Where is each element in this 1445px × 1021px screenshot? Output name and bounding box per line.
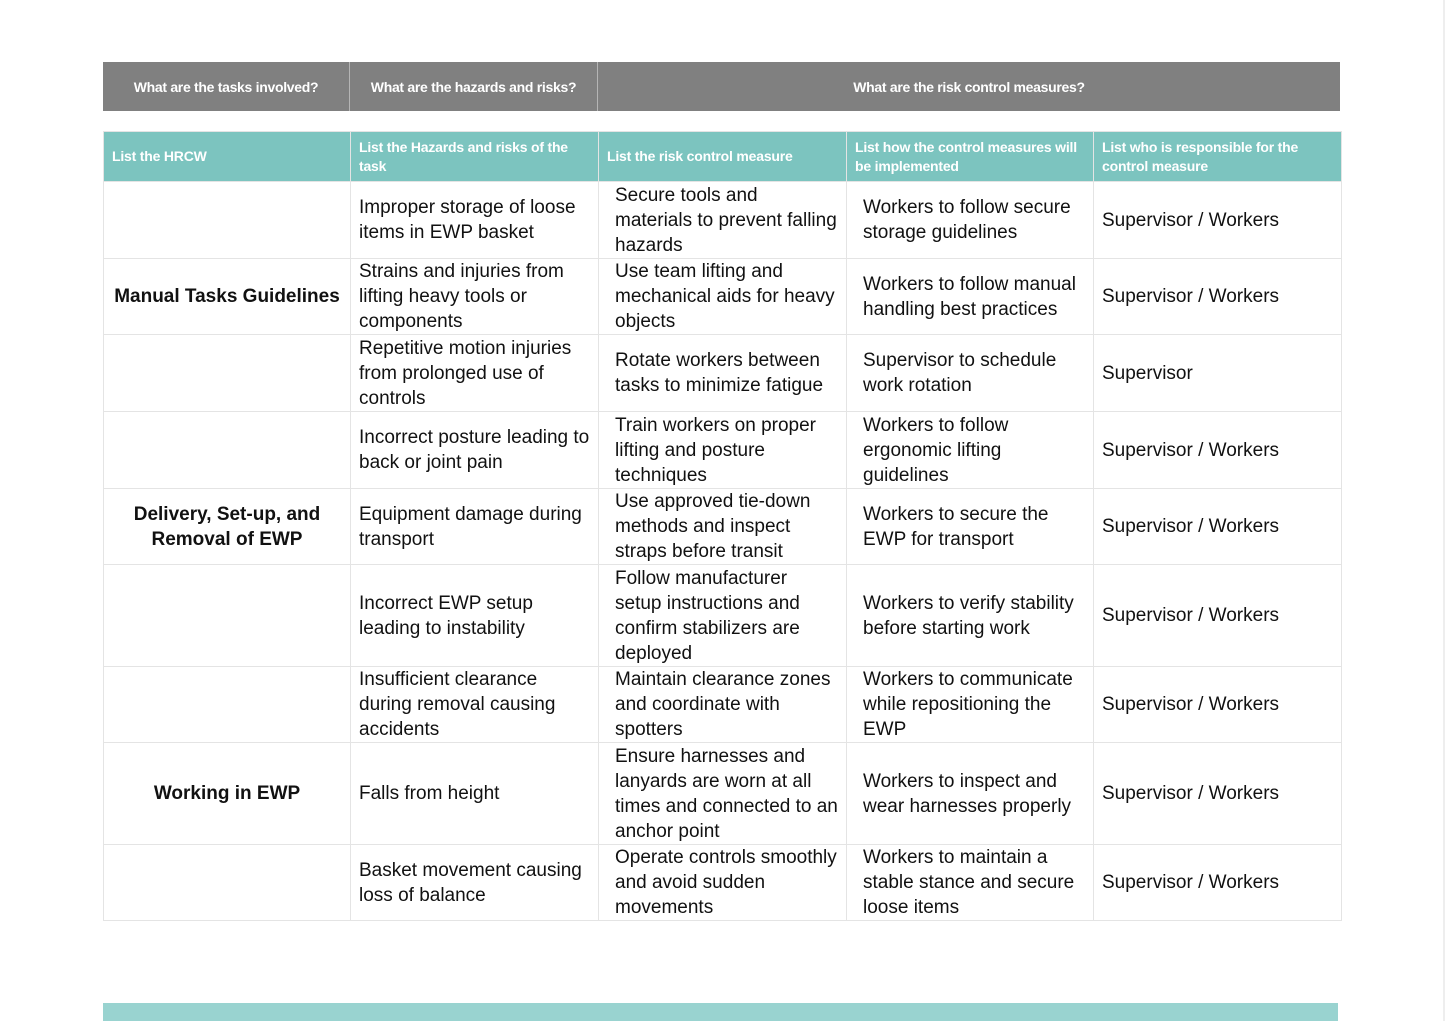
responsible-cell: Supervisor / Workers: [1093, 844, 1342, 921]
control-cell: Use approved tie-down methods and inspec…: [598, 488, 847, 565]
task-cell: Delivery, Set-up, and Removal of EWP: [103, 488, 351, 565]
hazard-cell: Improper storage of loose items in EWP b…: [350, 181, 599, 259]
table-row: Basket movement causing loss of balance O…: [103, 844, 1342, 921]
hazard-cell: Incorrect EWP setup leading to instabili…: [350, 564, 599, 667]
control-cell: Operate controls smoothly and avoid sudd…: [598, 844, 847, 921]
responsible-cell: Supervisor / Workers: [1093, 564, 1342, 667]
table-row: Incorrect posture leading to back or joi…: [103, 411, 1342, 489]
hazard-cell: Basket movement causing loss of balance: [350, 844, 599, 921]
responsible-cell: Supervisor / Workers: [1093, 488, 1342, 565]
task-cell: [103, 334, 351, 412]
col-hrcw: List the HRCW: [103, 131, 351, 182]
task-cell: [103, 666, 351, 743]
hazard-cell: Repetitive motion injuries from prolonge…: [350, 334, 599, 412]
col-control: List the risk control measure: [598, 131, 847, 182]
section-header: What are the tasks involved? What are th…: [103, 62, 1340, 111]
control-cell: Maintain clearance zones and coordinate …: [598, 666, 847, 743]
task-cell: [103, 181, 351, 259]
risk-table: List the HRCW List the Hazards and risks…: [103, 131, 1342, 921]
col-implementation: List how the control measures will be im…: [846, 131, 1094, 182]
task-cell: Manual Tasks Guidelines: [103, 258, 351, 335]
task-cell: Working in EWP: [103, 742, 351, 845]
responsible-cell: Supervisor / Workers: [1093, 666, 1342, 743]
header-tasks: What are the tasks involved?: [103, 62, 350, 111]
implementation-cell: Workers to follow ergonomic lifting guid…: [846, 411, 1094, 489]
control-cell: Rotate workers between tasks to minimize…: [598, 334, 847, 412]
col-responsible: List who is responsible for the control …: [1093, 131, 1342, 182]
control-cell: Use team lifting and mechanical aids for…: [598, 258, 847, 335]
footer-band: [103, 1003, 1338, 1021]
table-row: Repetitive motion injuries from prolonge…: [103, 334, 1342, 412]
implementation-cell: Workers to maintain a stable stance and …: [846, 844, 1094, 921]
implementation-cell: Supervisor to schedule work rotation: [846, 334, 1094, 412]
responsible-cell: Supervisor / Workers: [1093, 411, 1342, 489]
hazard-cell: Incorrect posture leading to back or joi…: [350, 411, 599, 489]
control-cell: Follow manufacturer setup instructions a…: [598, 564, 847, 667]
responsible-cell: Supervisor: [1093, 334, 1342, 412]
task-cell: [103, 411, 351, 489]
task-cell: [103, 844, 351, 921]
table-row: Improper storage of loose items in EWP b…: [103, 181, 1342, 259]
responsible-cell: Supervisor / Workers: [1093, 258, 1342, 335]
implementation-cell: Workers to inspect and wear harnesses pr…: [846, 742, 1094, 845]
implementation-cell: Workers to secure the EWP for transport: [846, 488, 1094, 565]
control-cell: Secure tools and materials to prevent fa…: [598, 181, 847, 259]
implementation-cell: Workers to communicate while repositioni…: [846, 666, 1094, 743]
responsible-cell: Supervisor / Workers: [1093, 742, 1342, 845]
task-cell: [103, 564, 351, 667]
responsible-cell: Supervisor / Workers: [1093, 181, 1342, 259]
implementation-cell: Workers to verify stability before start…: [846, 564, 1094, 667]
column-header-row: List the HRCW List the Hazards and risks…: [103, 131, 1342, 182]
table-row: Delivery, Set-up, and Removal of EWP Equi…: [103, 488, 1342, 565]
implementation-cell: Workers to follow manual handling best p…: [846, 258, 1094, 335]
header-controls: What are the risk control measures?: [853, 78, 1085, 95]
table-row: Incorrect EWP setup leading to instabili…: [103, 564, 1342, 667]
header-hazards: What are the hazards and risks?: [350, 62, 598, 111]
hazard-cell: Insufficient clearance during removal ca…: [350, 666, 599, 743]
table-row: Manual Tasks Guidelines Strains and injur…: [103, 258, 1342, 335]
control-cell: Ensure harnesses and lanyards are worn a…: [598, 742, 847, 845]
col-hazards: List the Hazards and risks of the task: [350, 131, 599, 182]
implementation-cell: Workers to follow secure storage guideli…: [846, 181, 1094, 259]
hazard-cell: Falls from height: [350, 742, 599, 845]
hazard-cell: Equipment damage during transport: [350, 488, 599, 565]
table-row: Working in EWP Falls from height Ensure ha…: [103, 742, 1342, 845]
control-cell: Train workers on proper lifting and post…: [598, 411, 847, 489]
table-row: Insufficient clearance during removal ca…: [103, 666, 1342, 743]
hazard-cell: Strains and injuries from lifting heavy …: [350, 258, 599, 335]
